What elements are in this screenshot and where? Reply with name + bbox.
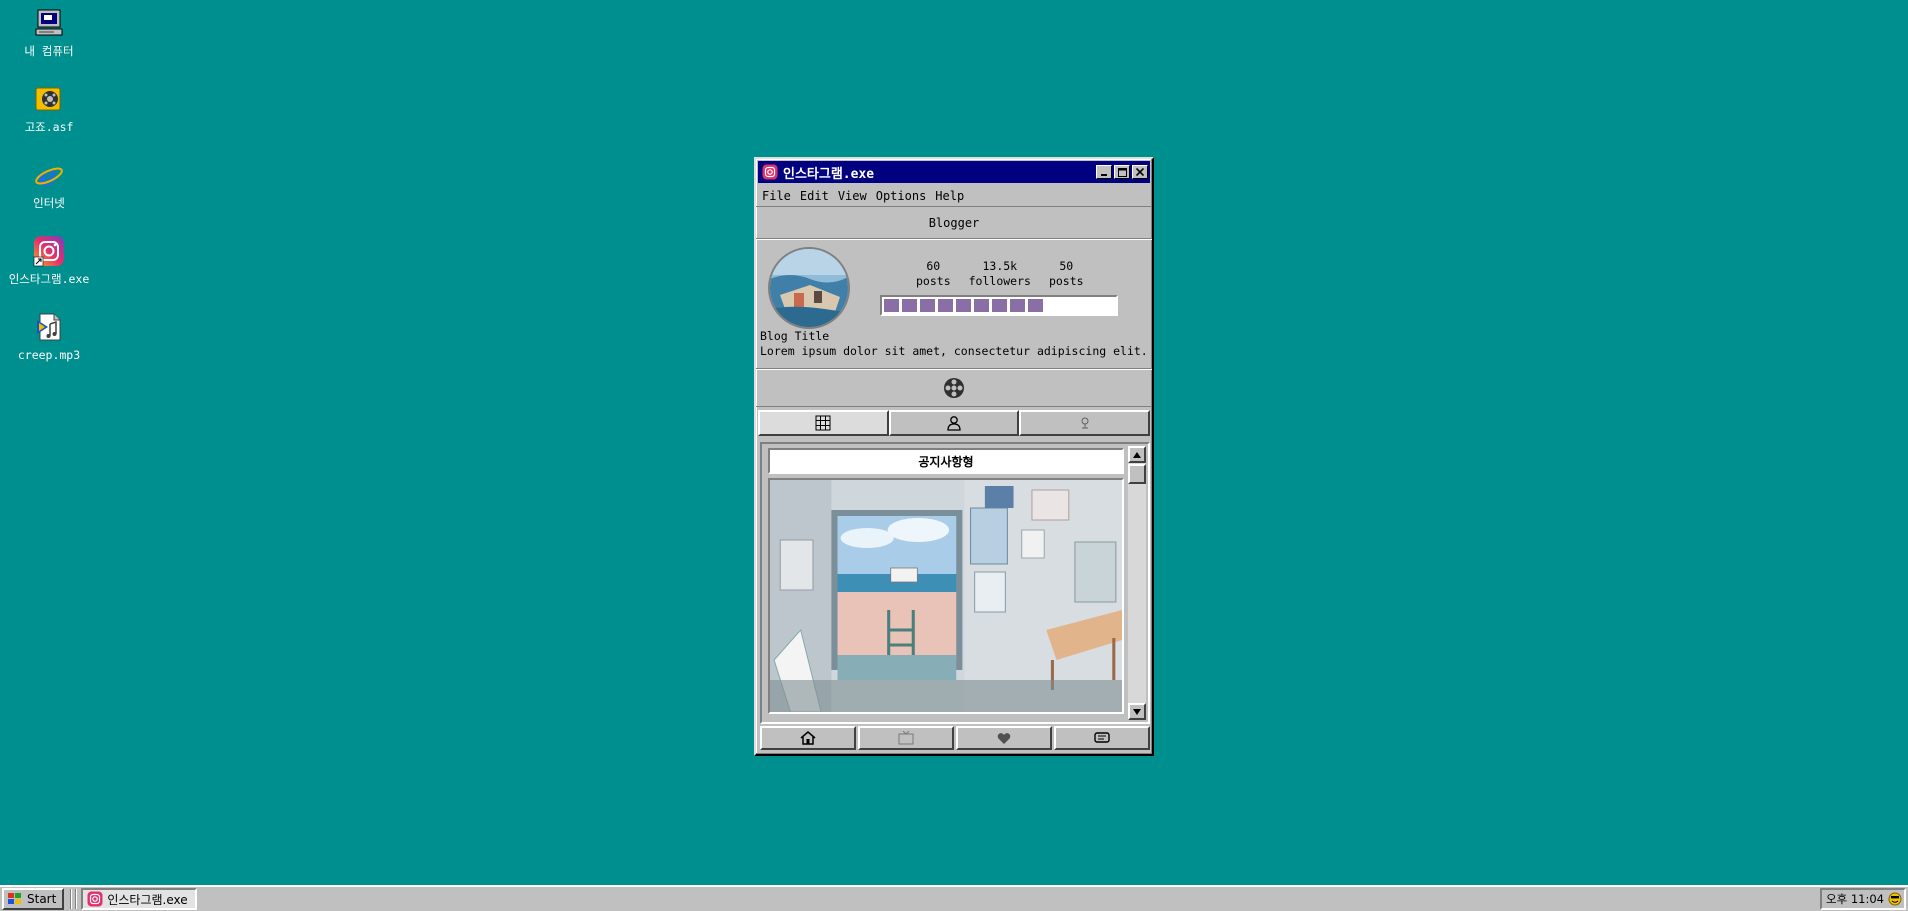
film-reel-icon[interactable]	[943, 377, 965, 399]
stat-followers[interactable]: 13.5k followers	[969, 259, 1031, 289]
notice-banner: 공지사항형	[768, 448, 1124, 474]
stat-label: posts	[1048, 274, 1084, 288]
profile-stats: 60 posts 13.5k followers 50 posts	[916, 259, 1084, 289]
progress-segment	[902, 299, 917, 312]
start-label: Start	[27, 892, 57, 906]
grid-icon	[815, 415, 831, 431]
progress-segment	[974, 299, 989, 312]
tab-tagged[interactable]	[1019, 410, 1151, 436]
stat-value: 60	[926, 259, 941, 273]
highlight-row	[756, 369, 1152, 407]
desktop-icon-instagram[interactable]: 인스타그램.exe	[0, 234, 98, 286]
desktop-icon-label: 인터넷	[33, 196, 65, 210]
feed-photo[interactable]	[768, 478, 1124, 714]
progress-segment	[884, 299, 899, 312]
tv-icon	[898, 731, 914, 745]
desktop-icon-label: 고죠.asf	[24, 120, 74, 134]
stat-label: followers	[968, 274, 1031, 288]
close-icon	[1136, 168, 1144, 176]
instagram-icon	[762, 164, 778, 180]
progress-bar	[880, 295, 1118, 316]
nav-heart-button[interactable]	[956, 726, 1052, 750]
desktop-icon-internet[interactable]: e 인터넷	[0, 158, 98, 210]
desktop-icon-label: 내 컴퓨터	[24, 44, 74, 58]
scroll-thumb[interactable]	[1128, 464, 1146, 484]
desktop-icon-gojo-asf[interactable]: 고죠.asf	[0, 82, 98, 134]
stat-label: posts	[916, 274, 951, 288]
scroll-down-button[interactable]	[1128, 703, 1146, 720]
progress-segment	[1010, 299, 1025, 312]
internet-explorer-icon: e	[32, 158, 66, 192]
progress-segment	[938, 299, 953, 312]
feed-scrollbar[interactable]	[1128, 446, 1146, 720]
computer-icon	[32, 6, 66, 40]
tab-profile[interactable]	[888, 410, 1020, 436]
nav-tv-button[interactable]	[858, 726, 954, 750]
feed-content: 공지사항형	[768, 448, 1124, 718]
maximize-button[interactable]	[1114, 165, 1130, 179]
desktop-icon-my-computer[interactable]: 내 컴퓨터	[0, 6, 98, 58]
maximize-icon	[1117, 167, 1127, 177]
windows-logo-icon	[8, 893, 21, 904]
minimize-button[interactable]	[1096, 165, 1112, 179]
tagged-icon	[1081, 417, 1089, 429]
progress-segment	[992, 299, 1007, 312]
task-instagram-button[interactable]: 인스타그램.exe	[81, 888, 198, 910]
username: Blogger	[928, 215, 980, 230]
system-tray: 오후 11:04	[1820, 888, 1906, 910]
title-bar[interactable]: 인스타그램.exe	[758, 161, 1150, 183]
smiley-icon[interactable]	[1888, 892, 1902, 906]
nav-home-button[interactable]	[760, 726, 856, 750]
progress-segment	[920, 299, 935, 312]
audio-file-icon	[32, 310, 66, 344]
home-icon	[800, 731, 816, 745]
scroll-up-button[interactable]	[1128, 446, 1146, 463]
menu-edit[interactable]: Edit	[800, 189, 829, 203]
window-title: 인스타그램.exe	[783, 166, 875, 182]
taskbar-divider	[70, 889, 73, 909]
start-button[interactable]: Start	[2, 888, 65, 910]
menu-view[interactable]: View	[838, 189, 867, 203]
tab-grid[interactable]	[758, 410, 889, 436]
clock[interactable]: 오후 11:04	[1826, 891, 1884, 907]
stat-value: 13.5k	[982, 259, 1018, 273]
stat-value: 50	[1059, 259, 1074, 273]
arrow-down-icon	[1133, 708, 1141, 715]
message-icon	[1094, 732, 1110, 743]
menu-options[interactable]: Options	[876, 189, 927, 203]
arrow-up-icon	[1133, 451, 1141, 458]
instagram-icon	[87, 891, 103, 907]
profile-section: 60 posts 13.5k followers 50 posts Blog T…	[756, 239, 1152, 369]
minimize-icon	[1101, 174, 1107, 176]
heart-icon	[997, 732, 1011, 744]
progress-segment	[956, 299, 971, 312]
desktop-icon-label: creep.mp3	[17, 348, 81, 362]
person-icon	[947, 416, 961, 431]
menu-file[interactable]: File	[762, 189, 791, 203]
bio: Blog Title Lorem ipsum dolor sit amet, c…	[760, 329, 1148, 359]
instagram-window: 인스타그램.exe File Edit View Options Help Bl…	[754, 157, 1154, 756]
avatar[interactable]	[768, 247, 850, 329]
taskbar-divider	[75, 889, 78, 909]
menu-bar: File Edit View Options Help	[756, 185, 1152, 207]
nav-message-button[interactable]	[1054, 726, 1150, 750]
feed-panel: 공지사항형	[760, 442, 1150, 724]
instagram-icon	[32, 234, 66, 268]
bio-text: Lorem ipsum dolor sit amet, consectetur …	[760, 344, 1148, 358]
close-button[interactable]	[1132, 165, 1148, 179]
menu-help[interactable]: Help	[935, 189, 964, 203]
progress-segment	[1028, 299, 1043, 312]
bottom-nav	[760, 726, 1150, 750]
notice-text: 공지사항형	[918, 454, 974, 469]
profile-header: Blogger	[756, 207, 1152, 239]
bio-title: Blog Title	[760, 329, 830, 343]
stat-posts[interactable]: 60 posts	[916, 259, 951, 289]
taskbar: Start 인스타그램.exe 오후 11:04	[0, 885, 1908, 911]
stat-following[interactable]: 50 posts	[1049, 259, 1084, 289]
task-label: 인스타그램.exe	[107, 892, 188, 907]
desktop-icon-label: 인스타그램.exe	[8, 272, 90, 286]
desktop-icon-creep-mp3[interactable]: creep.mp3	[0, 310, 98, 362]
profile-tabs	[758, 410, 1151, 436]
media-file-icon	[32, 82, 66, 116]
